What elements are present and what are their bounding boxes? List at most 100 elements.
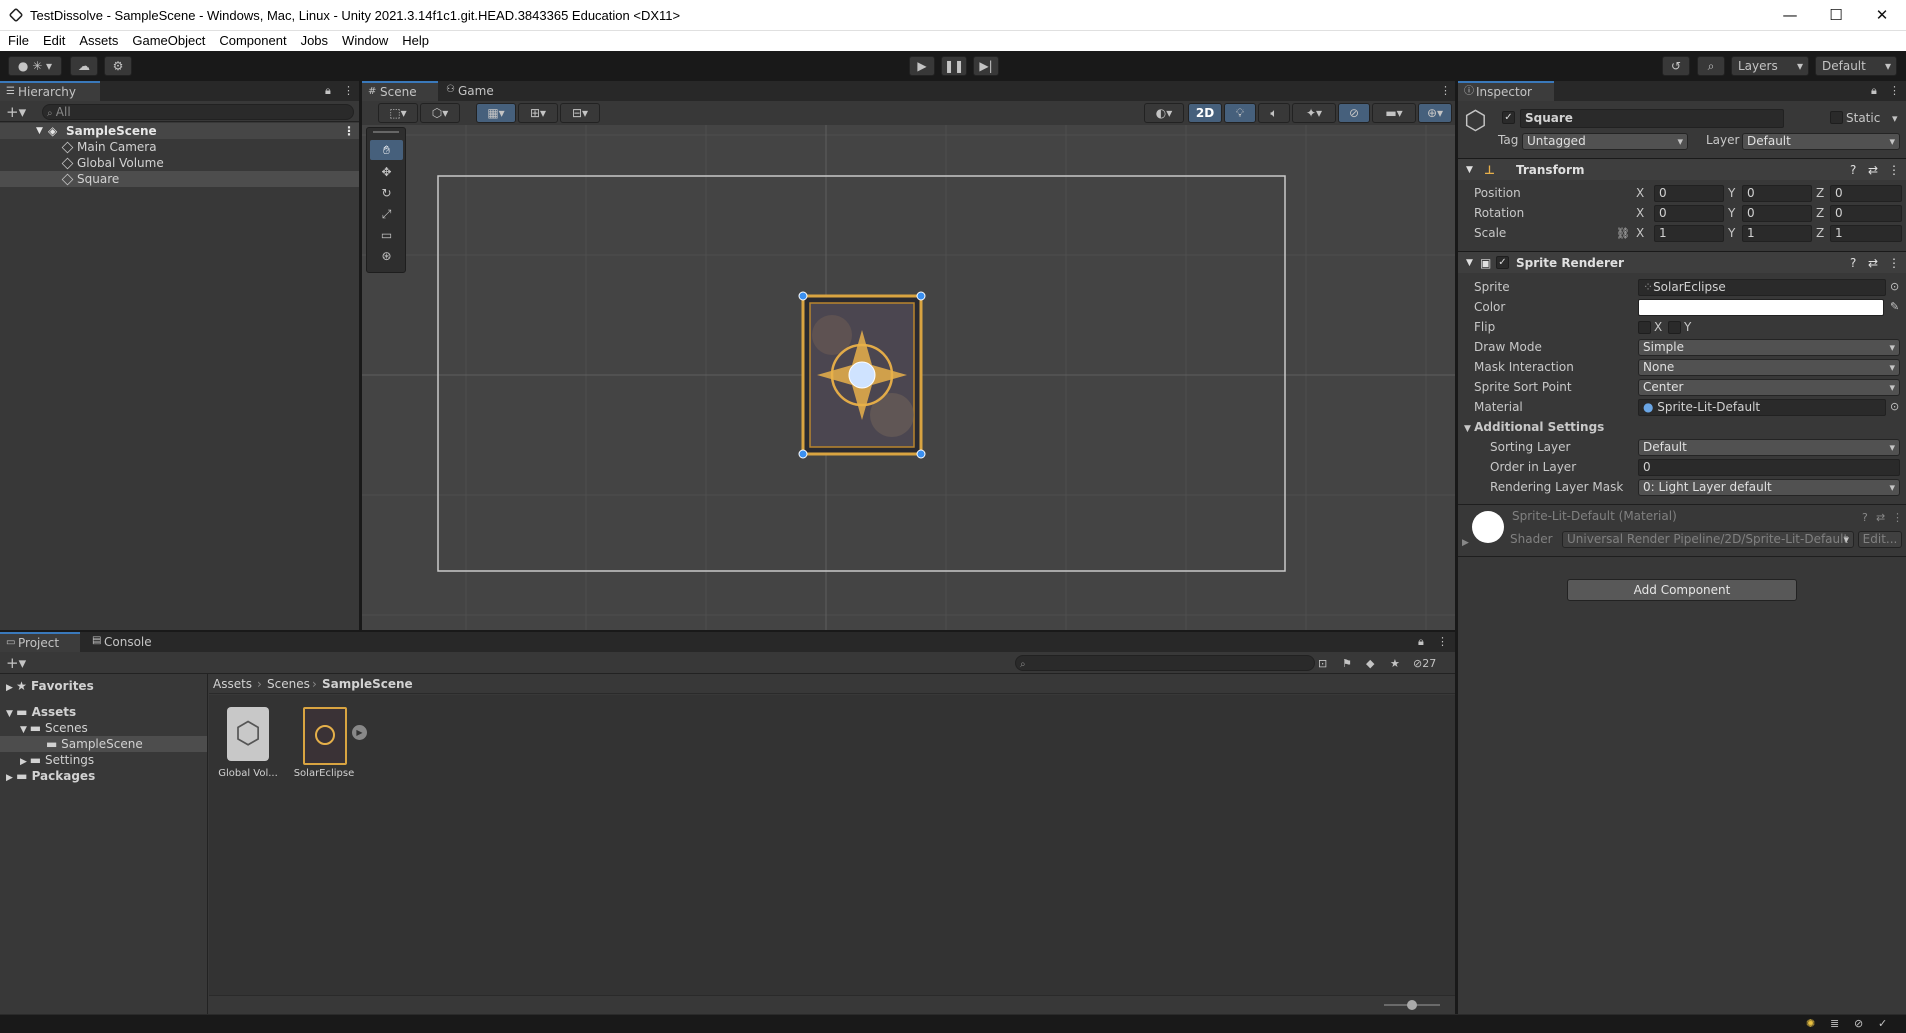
scene-viewport[interactable] [362,125,1455,630]
additional-settings-foldout[interactable]: ▼ Additional Settings [1464,418,1604,436]
tab-inspector[interactable]: ⓘ Inspector [1458,81,1554,101]
kebab-menu-icon[interactable]: ⋮ [343,123,355,139]
layers-dropdown[interactable]: Layers ▾ [1731,56,1809,76]
asset-solareclipse[interactable] [303,707,347,765]
tree-scenes[interactable]: ▼ ▬ Scenes [20,720,88,736]
play-button[interactable]: ▶ [909,56,935,76]
menu-jobs[interactable]: Jobs [293,31,334,48]
constrain-proportions-icon[interactable]: ⛓ [1616,227,1630,240]
menu-help[interactable]: Help [394,31,435,48]
menu-edit[interactable]: Edit [35,31,71,48]
hierarchy-item-square[interactable]: Square [0,171,359,187]
breadcrumb-samplescene[interactable]: SampleScene [322,676,413,692]
audio-toggle-icon[interactable]: 🔈︎ [1258,103,1290,123]
lock-icon[interactable]: 🔒︎ [1418,635,1424,649]
account-dropdown[interactable]: ● ✳ ▾ [8,56,62,76]
project-search-input[interactable]: ⌕ [1015,655,1315,671]
kebab-menu-icon[interactable]: ⋮ [343,84,354,97]
rotation-z-input[interactable]: 0 [1830,205,1902,222]
help-icon[interactable]: ? [1850,159,1856,181]
tab-console[interactable]: ▤ Console [86,632,166,652]
tab-project[interactable]: ▭ Project [0,632,80,652]
preset-icon[interactable]: ⇄ [1876,511,1885,524]
kebab-menu-icon[interactable]: ⋮ [1892,511,1903,524]
camera-dropdown[interactable]: ▬▾ [1372,103,1416,123]
debug-mode-icon[interactable]: ⊘ [1854,1017,1863,1030]
kebab-menu-icon[interactable]: ⋮ [1888,252,1900,274]
object-picker-icon[interactable]: ⊙ [1890,280,1899,293]
tree-settings[interactable]: ▶ ▬ Settings [20,752,94,768]
increment-snap-dropdown[interactable]: ⊟▾ [560,103,600,123]
lighting-toggle-icon[interactable]: 💡︎ [1224,103,1256,123]
mask-interaction-dropdown[interactable]: None [1638,359,1900,376]
rect-tool-icon[interactable]: ▭ [370,225,403,245]
preset-icon[interactable]: ⇄ [1868,159,1878,181]
snap-dropdown[interactable]: ⊞▾ [518,103,558,123]
history-icon[interactable]: ↺ [1662,56,1690,76]
move-tool-icon[interactable]: ✥ [370,162,403,182]
asset-global-volume[interactable]: ⬡ [223,707,271,765]
sprite-renderer-header[interactable]: ▼ ▣ ✓ Sprite Renderer ? ⇄ ⋮ [1458,251,1906,273]
pivot-dropdown[interactable]: ⬡▾ [420,103,460,123]
close-button[interactable]: ✕ [1859,0,1905,31]
scale-z-input[interactable]: 1 [1830,225,1902,242]
lighting-build-icon[interactable]: ✺ [1806,1017,1815,1030]
menu-assets[interactable]: Assets [71,31,124,48]
order-in-layer-input[interactable]: 0 [1638,459,1900,476]
kebab-menu-icon[interactable]: ⋮ [1440,84,1451,97]
rendering-layer-mask-dropdown[interactable]: 0: Light Layer default [1638,479,1900,496]
grid-toggle[interactable]: ▦▾ [476,103,516,123]
hand-tool-icon[interactable]: ✋︎ [370,140,403,160]
tree-samplescene[interactable]: ▬ SampleScene [0,736,207,752]
sprite-solareclipse[interactable] [801,294,923,456]
shader-edit-button[interactable]: Edit... [1858,531,1902,548]
label-icon[interactable]: ◆ [1366,657,1374,670]
static-checkbox[interactable] [1830,111,1843,124]
scale-y-input[interactable]: 1 [1742,225,1812,242]
search-icon[interactable]: ⌕ [1697,56,1725,76]
object-picker-icon[interactable]: ⊙ [1890,400,1899,413]
create-add-button[interactable]: +▾ [6,654,26,672]
position-z-input[interactable]: 0 [1830,185,1902,202]
hidden-objects-toggle-icon[interactable]: ⊘ [1338,103,1370,123]
expand-arrow-icon[interactable]: ▶ [1462,538,1469,548]
help-icon[interactable]: ? [1862,511,1868,524]
hierarchy-item-main-camera[interactable]: Main Camera [61,139,157,155]
sprite-sort-point-dropdown[interactable]: Center [1638,379,1900,396]
kebab-menu-icon[interactable]: ⋮ [1437,635,1448,648]
maximize-button[interactable]: ☐ [1813,0,1859,31]
sprite-renderer-enabled-checkbox[interactable]: ✓ [1496,256,1509,269]
hierarchy-item-global-volume[interactable]: Global Volume [61,155,164,171]
tab-game[interactable]: ⚇ Game [440,81,510,101]
step-button[interactable]: ▶| [973,56,999,76]
eyedropper-icon[interactable]: ✎ [1890,300,1899,313]
rotation-x-input[interactable]: 0 [1654,205,1724,222]
filter-icon[interactable]: ⚑ [1342,657,1352,670]
position-x-input[interactable]: 0 [1654,185,1724,202]
tag-dropdown[interactable]: Untagged [1522,133,1688,150]
active-checkbox[interactable]: ✓ [1502,111,1515,124]
draw-mode-dropdown[interactable]: Simple [1638,339,1900,356]
kebab-menu-icon[interactable]: ⋮ [1889,84,1900,97]
lock-icon[interactable]: 🔒︎ [1871,84,1877,98]
layer-dropdown[interactable]: Default [1742,133,1900,150]
gizmos-dropdown[interactable]: ⊕▾ [1418,103,1452,123]
progress-check-icon[interactable]: ✓ [1878,1017,1887,1030]
breadcrumb-assets[interactable]: Assets [213,676,252,692]
expand-arrow-icon[interactable]: ▼ [36,123,43,139]
tree-assets[interactable]: ▼ ▬ Assets [6,704,76,720]
lock-icon[interactable]: 🔒︎ [325,84,331,98]
star-icon[interactable]: ★ [1390,657,1400,670]
collapse-arrow-icon[interactable]: ▼ [1466,252,1473,274]
tool-handle-dropdown[interactable]: ⬚▾ [378,103,418,123]
pause-button[interactable]: ❚❚ [941,56,967,76]
position-y-input[interactable]: 0 [1742,185,1812,202]
tree-packages[interactable]: ▶ ▬ Packages [6,768,95,784]
menu-component[interactable]: Component [211,31,292,48]
menu-window[interactable]: Window [334,31,394,48]
add-component-button[interactable]: Add Component [1567,579,1797,601]
sorting-layer-dropdown[interactable]: Default [1638,439,1900,456]
breadcrumb-scenes[interactable]: Scenes [267,676,310,692]
preset-icon[interactable]: ⇄ [1868,252,1878,274]
effects-dropdown[interactable]: ✦▾ [1292,103,1336,123]
